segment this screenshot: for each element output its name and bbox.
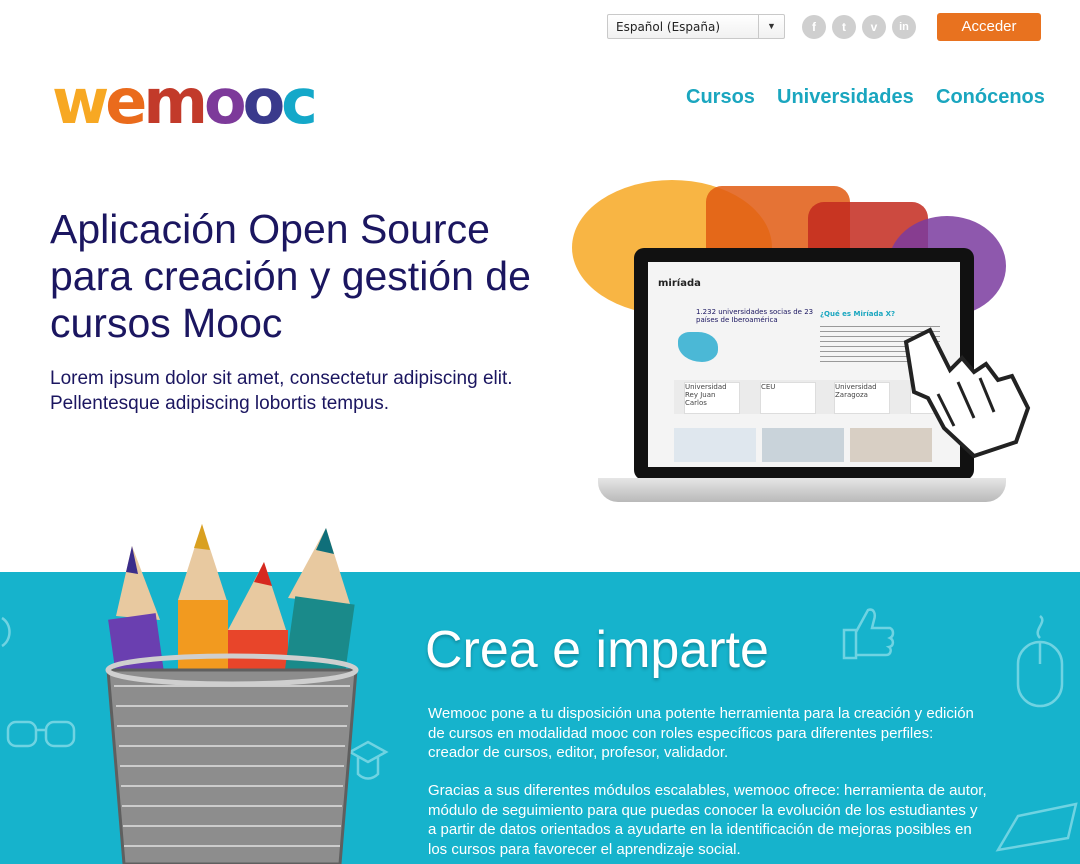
preview-headline: 1.232 universidades socias de 23 países … xyxy=(696,308,814,324)
facebook-icon[interactable]: f xyxy=(802,15,826,39)
laptop-base xyxy=(598,478,1006,502)
mouse-icon xyxy=(1016,615,1064,708)
feature-paragraph-2: Gracias a sus diferentes módulos escalab… xyxy=(428,782,987,858)
nav-universidades[interactable]: Universidades xyxy=(777,86,914,109)
thumbs-up-icon xyxy=(842,608,895,660)
preview-logo-ceu: CEU xyxy=(760,382,816,414)
preview-logo-urjc: Universidad Rey Juan Carlos xyxy=(684,382,740,414)
hero-subtitle: Lorem ipsum dolor sit amet, consectetur … xyxy=(50,368,513,414)
nav-cursos[interactable]: Cursos xyxy=(686,86,755,109)
decorative-outline-icon xyxy=(1,616,11,648)
nav-conocenos[interactable]: Conócenos xyxy=(936,86,1045,109)
preview-logo-zaragoza: Universidad Zaragoza xyxy=(834,382,890,414)
preview-question: ¿Qué es Miríada X? xyxy=(820,310,896,318)
wemooc-logo[interactable]: wemooc xyxy=(52,71,318,133)
glasses-icon xyxy=(6,720,76,748)
language-select-value: Español (España) xyxy=(616,20,721,34)
hero-title: Aplicación Open Source para creación y g… xyxy=(50,206,531,346)
chevron-down-icon[interactable]: ▼ xyxy=(758,15,784,38)
preview-photo-1 xyxy=(674,428,756,462)
linkedin-icon[interactable]: in xyxy=(892,15,916,39)
preview-brand: miríada xyxy=(658,278,701,289)
vimeo-icon[interactable]: v xyxy=(862,15,886,39)
login-button[interactable]: Acceder xyxy=(937,13,1041,41)
preview-photo-2 xyxy=(762,428,844,462)
laptop-outline-icon xyxy=(995,802,1078,852)
pencil-cup-illustration xyxy=(105,524,359,864)
feature-paragraph-1: Wemooc pone a tu disposición una potente… xyxy=(428,705,974,761)
language-select[interactable]: Español (España) ▼ xyxy=(607,14,785,39)
hand-cursor-icon xyxy=(903,327,1031,459)
twitter-icon[interactable]: t xyxy=(832,15,856,39)
map-graphic xyxy=(678,332,718,362)
feature-title: Crea e imparte xyxy=(425,621,769,679)
